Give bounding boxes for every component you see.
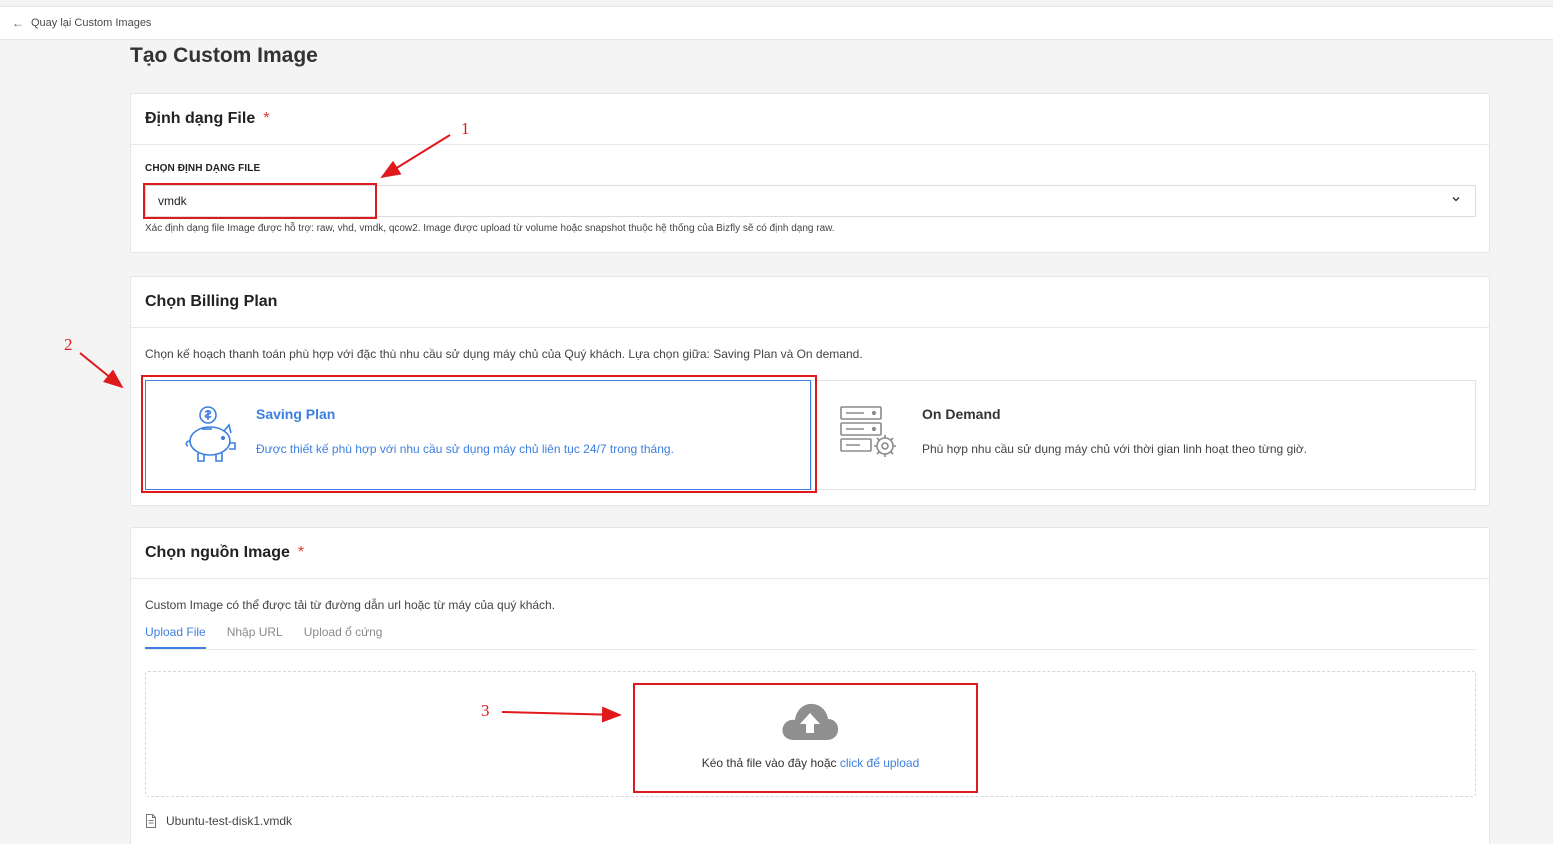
annotation-arrow-3 [501,706,622,723]
annotation-arrow-1 [380,134,451,179]
annotation-arrows [79,134,622,723]
annotation-arrow-2 [79,352,124,389]
